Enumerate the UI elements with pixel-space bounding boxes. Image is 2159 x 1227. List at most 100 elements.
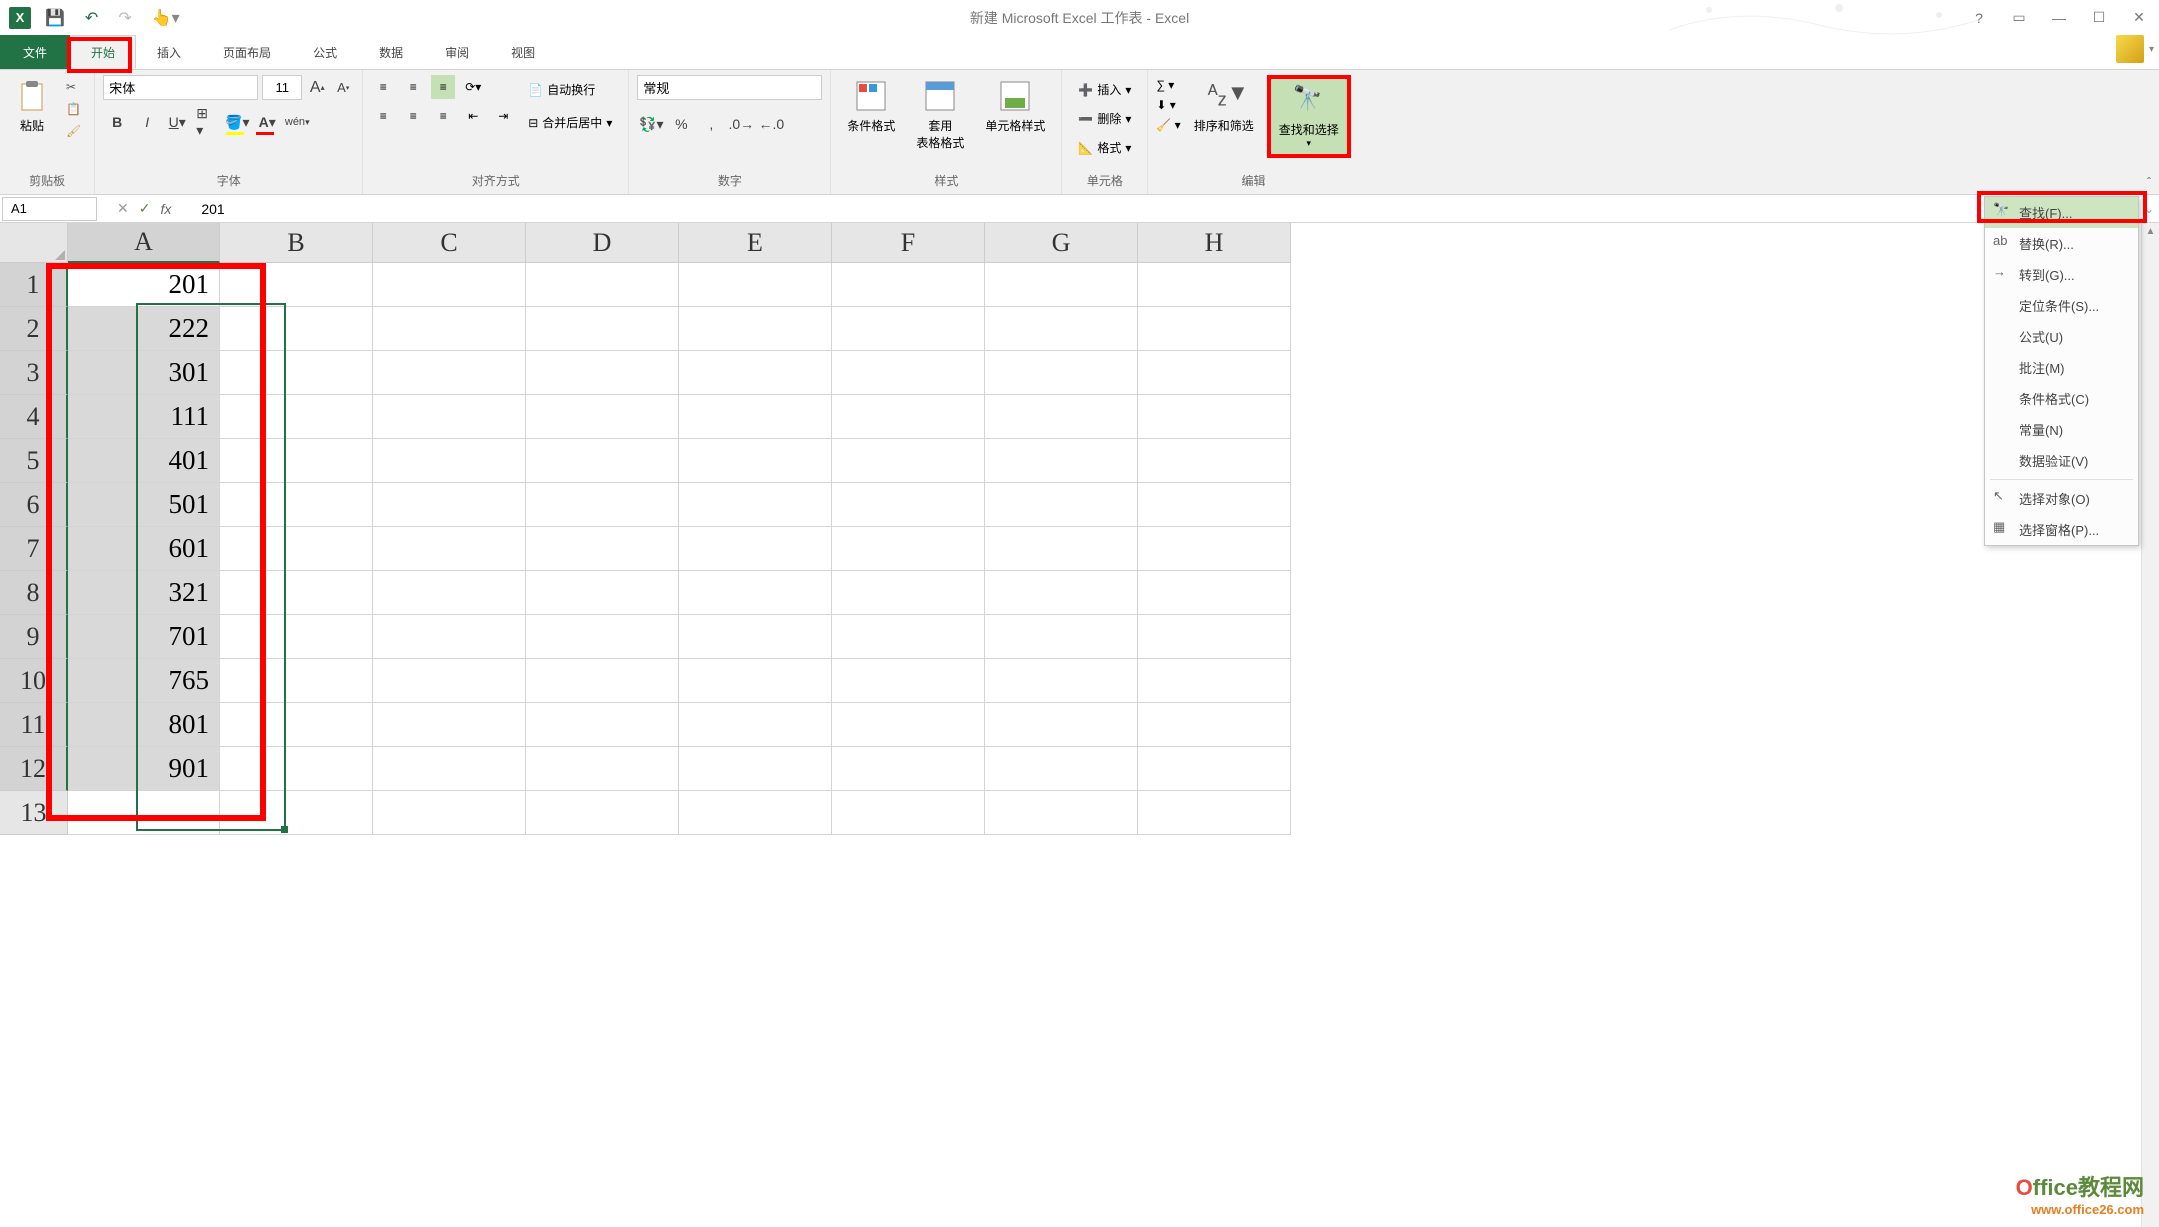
cell-G11[interactable] [985, 703, 1138, 747]
cell-A8[interactable]: 321 [68, 571, 220, 615]
row-header-7[interactable]: 7 [0, 527, 68, 571]
maximize-icon[interactable]: ☐ [2084, 5, 2114, 30]
row-header-11[interactable]: 11 [0, 703, 68, 747]
cell-B2[interactable] [220, 307, 373, 351]
cell-B8[interactable] [220, 571, 373, 615]
cell-E5[interactable] [679, 439, 832, 483]
cell-D9[interactable] [526, 615, 679, 659]
find-select-button[interactable]: 🔭 查找和选择 ▾ [1267, 75, 1351, 158]
align-right-icon[interactable]: ≡ [431, 104, 455, 128]
cell-F11[interactable] [832, 703, 985, 747]
font-size-select[interactable] [262, 75, 302, 100]
comma-format-icon[interactable]: , [700, 113, 722, 135]
cell-A7[interactable]: 601 [68, 527, 220, 571]
copy-icon[interactable]: 📋 [66, 102, 81, 116]
cell-G10[interactable] [985, 659, 1138, 703]
cell-A6[interactable]: 501 [68, 483, 220, 527]
cell-D12[interactable] [526, 747, 679, 791]
save-icon[interactable]: 💾 [45, 8, 65, 28]
cell-H8[interactable] [1138, 571, 1291, 615]
cell-H7[interactable] [1138, 527, 1291, 571]
cell-G13[interactable] [985, 791, 1138, 835]
cell-H10[interactable] [1138, 659, 1291, 703]
undo-icon[interactable]: ↶ [85, 8, 98, 28]
cell-F3[interactable] [832, 351, 985, 395]
row-header-5[interactable]: 5 [0, 439, 68, 483]
font-color-button[interactable]: A ▾ [256, 111, 278, 133]
cell-H6[interactable] [1138, 483, 1291, 527]
col-header-B[interactable]: B [220, 223, 373, 263]
cell-D1[interactable] [526, 263, 679, 307]
clear-icon[interactable]: 🧹 ▾ [1156, 118, 1180, 132]
cell-B6[interactable] [220, 483, 373, 527]
help-icon[interactable]: ? [1964, 5, 1994, 30]
menu-select-objects[interactable]: ↖选择对象(O) [1985, 483, 2138, 514]
cell-B10[interactable] [220, 659, 373, 703]
cell-F5[interactable] [832, 439, 985, 483]
cell-D10[interactable] [526, 659, 679, 703]
cell-H2[interactable] [1138, 307, 1291, 351]
cell-C10[interactable] [373, 659, 526, 703]
cell-H4[interactable] [1138, 395, 1291, 439]
cell-E3[interactable] [679, 351, 832, 395]
cell-C9[interactable] [373, 615, 526, 659]
cell-styles-button[interactable]: 单元格样式 [977, 75, 1053, 139]
wrap-text-button[interactable]: 📄自动换行 [520, 78, 620, 101]
cell-D6[interactable] [526, 483, 679, 527]
cell-D8[interactable] [526, 571, 679, 615]
col-header-A[interactable]: A [68, 223, 220, 263]
cell-F4[interactable] [832, 395, 985, 439]
cell-G7[interactable] [985, 527, 1138, 571]
menu-formulas[interactable]: 公式(U) [1985, 321, 2138, 352]
cell-B7[interactable] [220, 527, 373, 571]
cell-F2[interactable] [832, 307, 985, 351]
cell-G1[interactable] [985, 263, 1138, 307]
cell-A5[interactable]: 401 [68, 439, 220, 483]
menu-find[interactable]: 🔭查找(F)... [1985, 197, 2138, 228]
increase-indent-icon[interactable]: ⇥ [491, 104, 515, 128]
scroll-up-icon[interactable]: ▲ [2142, 223, 2159, 241]
avatar-dropdown-icon[interactable]: ▾ [2149, 44, 2154, 55]
cell-E10[interactable] [679, 659, 832, 703]
cell-C12[interactable] [373, 747, 526, 791]
cell-C6[interactable] [373, 483, 526, 527]
insert-cells-button[interactable]: ➕插入 ▾ [1070, 78, 1139, 101]
cell-A3[interactable]: 301 [68, 351, 220, 395]
cell-D11[interactable] [526, 703, 679, 747]
col-header-F[interactable]: F [832, 223, 985, 263]
tab-data[interactable]: 数据 [358, 35, 424, 69]
cell-G6[interactable] [985, 483, 1138, 527]
cell-E12[interactable] [679, 747, 832, 791]
touch-mode-icon[interactable]: 👆▾ [152, 8, 180, 28]
col-header-G[interactable]: G [985, 223, 1138, 263]
cell-B11[interactable] [220, 703, 373, 747]
align-bottom-icon[interactable]: ≡ [431, 75, 455, 99]
redo-icon[interactable]: ↷ [118, 8, 131, 28]
cell-F1[interactable] [832, 263, 985, 307]
cell-E9[interactable] [679, 615, 832, 659]
cell-A2[interactable]: 222 [68, 307, 220, 351]
paste-button[interactable]: 粘贴 [8, 75, 56, 139]
cell-C5[interactable] [373, 439, 526, 483]
cell-D2[interactable] [526, 307, 679, 351]
cell-A9[interactable]: 701 [68, 615, 220, 659]
cell-G8[interactable] [985, 571, 1138, 615]
cell-E7[interactable] [679, 527, 832, 571]
fill-icon[interactable]: ⬇ ▾ [1156, 98, 1180, 112]
cell-A13[interactable] [68, 791, 220, 835]
cell-B13[interactable] [220, 791, 373, 835]
tab-page-layout[interactable]: 页面布局 [202, 35, 292, 69]
menu-data-validation[interactable]: 数据验证(V) [1985, 445, 2138, 476]
minimize-icon[interactable]: — [2044, 5, 2074, 30]
cell-F8[interactable] [832, 571, 985, 615]
tab-view[interactable]: 视图 [490, 35, 556, 69]
align-top-icon[interactable]: ≡ [371, 75, 395, 99]
fill-color-button[interactable]: 🪣 ▾ [226, 111, 248, 133]
cell-E2[interactable] [679, 307, 832, 351]
increase-decimal-icon[interactable]: .0→ [730, 113, 752, 135]
number-format-select[interactable] [637, 75, 822, 100]
tab-file[interactable]: 文件 [0, 35, 70, 69]
cell-F6[interactable] [832, 483, 985, 527]
cell-F13[interactable] [832, 791, 985, 835]
tab-insert[interactable]: 插入 [136, 35, 202, 69]
